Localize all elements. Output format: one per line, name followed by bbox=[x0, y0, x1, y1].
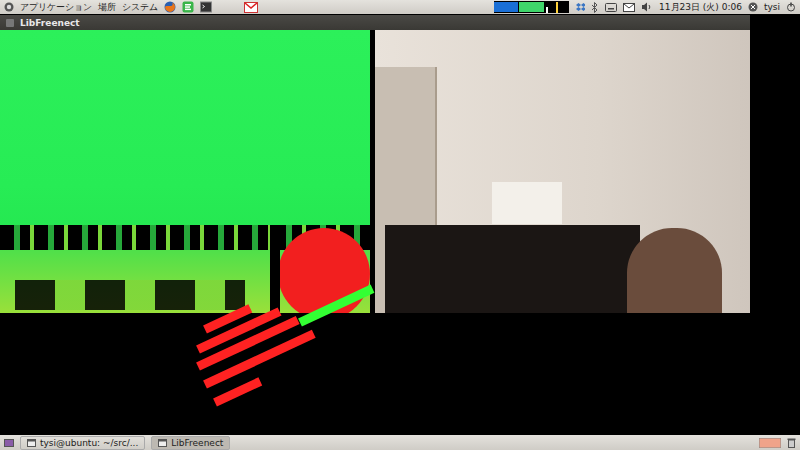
volume-icon[interactable] bbox=[641, 2, 653, 12]
piano bbox=[385, 225, 640, 313]
taskbar-label: LibFreenect bbox=[171, 438, 223, 448]
taskbar-button[interactable]: tysi@ubuntu: ~/src/... bbox=[20, 436, 145, 450]
user-icon[interactable] bbox=[748, 2, 758, 12]
firefox-icon[interactable] bbox=[164, 1, 176, 13]
camera-view bbox=[375, 30, 750, 313]
window-content bbox=[0, 30, 750, 313]
show-desktop-icon[interactable] bbox=[4, 438, 14, 448]
top-panel: アプリケーション場所システム 11月23日 (火) 0:06 tysi bbox=[0, 0, 800, 14]
depth-view bbox=[0, 30, 370, 313]
power-icon[interactable] bbox=[786, 2, 796, 12]
title-bar[interactable]: LibFreenect bbox=[0, 15, 750, 30]
depth-edge bbox=[270, 225, 280, 313]
user-name[interactable]: tysi bbox=[764, 2, 780, 12]
menu-item[interactable]: 場所 bbox=[98, 1, 116, 14]
depth-blob bbox=[15, 280, 245, 310]
menu-item[interactable]: システム bbox=[122, 1, 158, 14]
taskbar-label: tysi@ubuntu: ~/src/... bbox=[40, 438, 138, 448]
bottom-panel: tysi@ubuntu: ~/src/... LibFreenect bbox=[0, 435, 800, 450]
workspace-switcher-icon[interactable] bbox=[759, 438, 781, 448]
evolution-icon[interactable] bbox=[182, 1, 194, 13]
ubuntu-logo-icon[interactable] bbox=[4, 2, 14, 12]
taskbar-button[interactable]: LibFreenect bbox=[151, 436, 230, 450]
gmail-icon[interactable] bbox=[244, 2, 258, 13]
mail-icon[interactable] bbox=[623, 3, 635, 12]
dropbox-icon[interactable] bbox=[575, 2, 585, 12]
sheet bbox=[492, 182, 562, 224]
menu-item[interactable]: アプリケーション bbox=[20, 1, 92, 14]
window-menu-icon[interactable] bbox=[6, 19, 14, 27]
terminal-icon[interactable] bbox=[200, 1, 212, 13]
window-icon bbox=[158, 439, 167, 447]
keyboard-icon[interactable] bbox=[605, 3, 617, 12]
bluetooth-icon[interactable] bbox=[591, 2, 599, 13]
desktop: LibFreenect bbox=[0, 14, 800, 435]
trash-icon[interactable] bbox=[787, 438, 796, 448]
person bbox=[627, 228, 722, 313]
window-title: LibFreenect bbox=[20, 18, 80, 28]
clock[interactable]: 11月23日 (火) 0:06 bbox=[659, 1, 742, 14]
libfreenect-window: LibFreenect bbox=[0, 15, 750, 313]
window-icon bbox=[27, 439, 36, 447]
system-monitor-icon[interactable] bbox=[494, 1, 569, 13]
